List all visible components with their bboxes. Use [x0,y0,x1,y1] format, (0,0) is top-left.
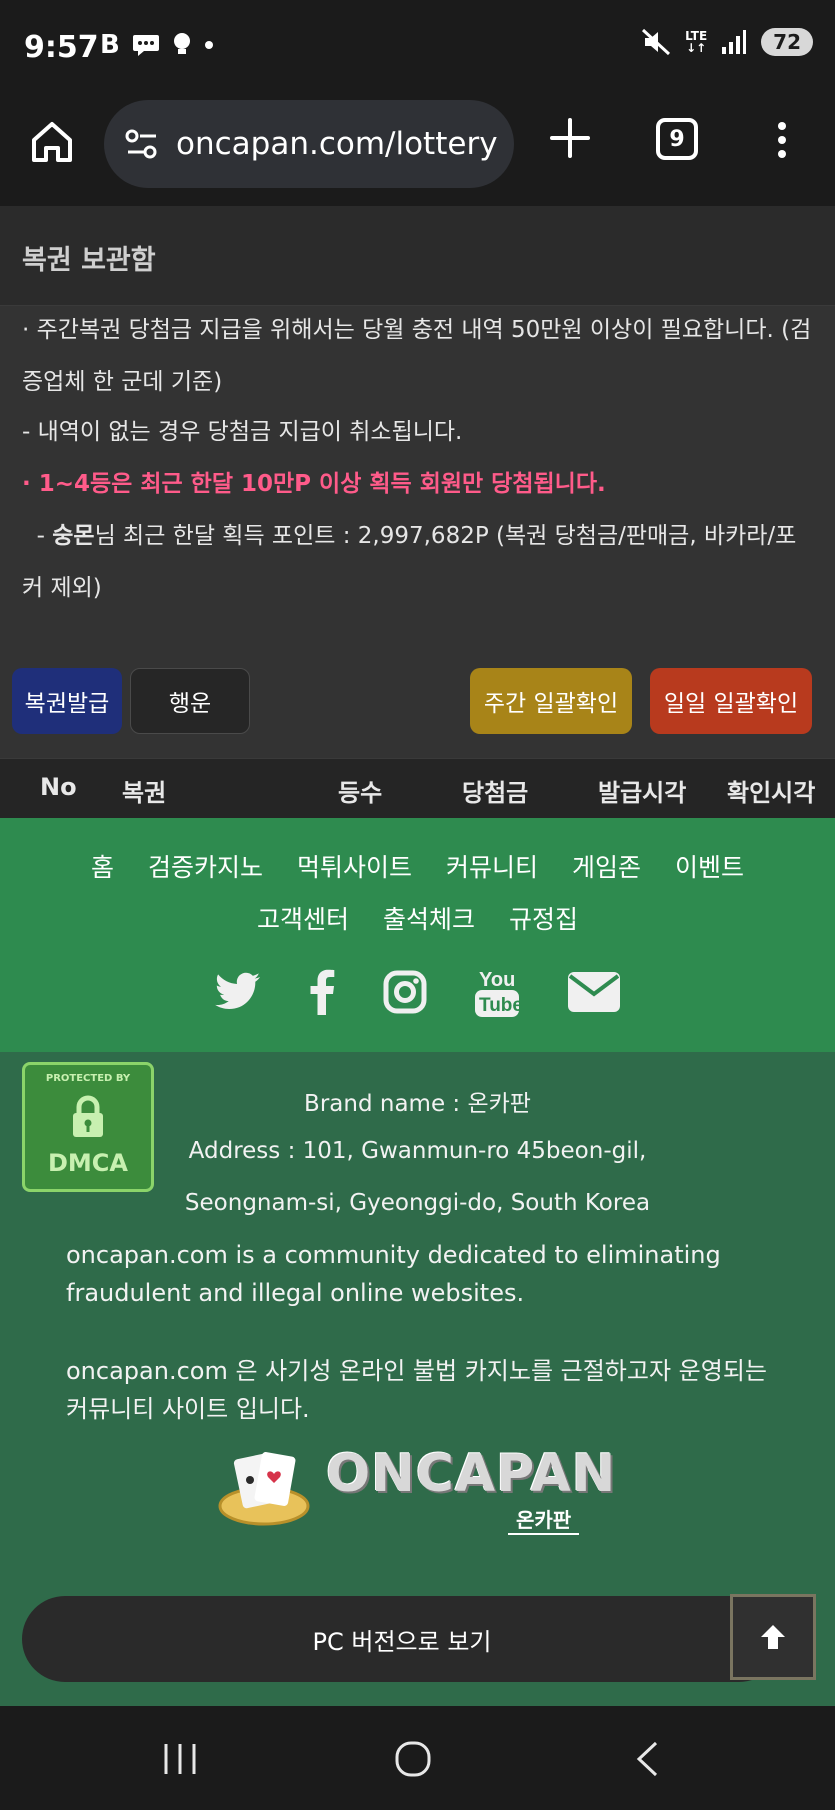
more-menu-icon[interactable] [772,120,792,160]
svg-text:Tube: Tube [479,995,519,1016]
chat-icon [132,35,159,56]
footer-link-scam-sites[interactable]: 먹튀사이트 [297,848,412,884]
dot-icon [204,41,213,49]
facebook-icon[interactable] [309,969,335,1015]
footer-link-rules[interactable]: 규정집 [509,900,578,936]
col-prize: 당첨금 [462,779,529,807]
email-icon[interactable] [567,971,621,1013]
status-time: 9:57 [24,30,99,65]
oncapan-logo[interactable]: ONCAPAN 온카판 [218,1442,618,1538]
battery-indicator: 72 [761,28,813,56]
youtube-icon[interactable]: You Tube [474,966,519,1018]
address-line-2: Seongnam-si, Gyeonggi-do, South Korea [184,1190,651,1216]
username: 숭몬 [52,523,95,549]
notice-deposit-requirement: · 주간복권 당첨금 지급을 위해서는 당월 충전 내역 50만원 이상이 필요… [22,317,812,395]
table-header: No 복권 등수 당첨금 발급시각 확인시각 [0,758,835,818]
recent-apps-icon[interactable] [162,1742,198,1776]
svg-text:You: You [479,969,515,991]
site-settings-icon[interactable] [122,124,162,164]
pc-version-button[interactable]: PC 버전으로 보기 [22,1596,782,1682]
footer-link-game-zone[interactable]: 게임존 [572,848,641,884]
issue-lottery-button[interactable]: 복권발급 [12,668,122,734]
footer-link-home[interactable]: 홈 [91,848,114,884]
page-header: 복권 보관함 [0,206,835,306]
col-issued-time: 발급시각 [598,779,687,807]
notice-points-prefix: - [22,523,53,549]
footer-link-support[interactable]: 고객센터 [257,900,349,936]
weekly-confirm-button[interactable]: 주간 일괄확인 [470,668,632,734]
notice-highlight: · 1~4등은 최근 한달 10만P 이상 획득 회원만 당첨됩니다. [22,471,606,497]
twitter-icon[interactable] [214,972,261,1012]
notice-cancel: - 내역이 없는 경우 당첨금 지급이 취소됩니다. [22,419,463,445]
footer-link-events[interactable]: 이벤트 [675,848,744,884]
footer-links-row1: 홈 검증카지노 먹튀사이트 커뮤니티 게임존 이벤트 [0,848,835,884]
luck-button[interactable]: 행운 [130,668,250,734]
social-links: You Tube [0,966,835,1018]
system-icons: LTE ↓↑ 72 [641,28,813,56]
daily-confirm-button[interactable]: 일일 일괄확인 [650,668,812,734]
logo-cards-icon [218,1452,310,1526]
mute-icon [642,28,671,56]
footer-info: PROTECTED BY DMCA Brand name : 온카판 Addre… [0,1052,835,1706]
arrow-up-icon [761,1625,785,1649]
footer-link-verified-casino[interactable]: 검증카지노 [148,848,263,884]
logo-text: ONCAPAN [326,1444,617,1504]
address-bar[interactable]: oncapan.com/lottery [104,100,514,188]
footer-nav: 홈 검증카지노 먹튀사이트 커뮤니티 게임존 이벤트 고객센터 출석체크 규정집… [0,818,835,1052]
home-icon[interactable] [28,118,76,166]
col-lottery: 복권 [122,779,167,807]
bulb-icon [173,33,190,54]
address-line-1: Address : 101, Gwanmun-ro 45beon-gil, [188,1138,647,1164]
footer-link-attendance[interactable]: 출석체크 [383,900,475,936]
tab-switcher-button[interactable]: 9 [656,118,698,160]
b-app-icon: B [100,30,120,60]
system-nav-bar [0,1706,835,1810]
dmca-badge[interactable]: PROTECTED BY DMCA [22,1062,154,1192]
footer-links-row2: 고객센터 출석체크 규정집 [0,900,835,936]
home-nav-icon[interactable] [394,1740,432,1778]
browser-toolbar: oncapan.com/lottery 9 [0,96,835,206]
brand-name: Brand name : 온카판 [304,1091,531,1117]
notification-icons: B [100,30,214,60]
notice-points: - 숭몬님 최근 한달 획득 포인트 : 2,997,682P (복권 당첨금/… [22,510,812,614]
status-bar: 9:57 B LTE ↓↑ 72 [0,0,835,96]
instagram-icon[interactable] [383,970,427,1014]
lte-indicator: LTE ↓↑ [685,29,708,55]
url-text[interactable]: oncapan.com/lottery [176,126,498,162]
dmca-top-text: PROTECTED BY [45,1073,131,1084]
logo-subtext: 온카판 [508,1504,580,1535]
col-no: No [40,773,77,801]
new-tab-icon[interactable] [548,116,592,160]
description-en: oncapan.com is a community dedicated to … [66,1241,721,1307]
back-icon[interactable] [634,1740,660,1778]
col-checked-time: 확인시각 [727,779,816,807]
points-text: 님 최근 한달 획득 포인트 : 2,997,682P (복권 당첨금/판매금,… [22,523,797,601]
action-buttons: 복권발급 행운 주간 일괄확인 일일 일괄확인 [0,668,835,736]
footer-link-community[interactable]: 커뮤니티 [446,848,538,884]
signal-icon [722,30,747,54]
notice-box: · 주간복권 당첨금 지급을 위해서는 당월 충전 내역 50만원 이상이 필요… [0,306,835,761]
col-rank: 등수 [338,779,383,807]
page-title: 복권 보관함 [22,245,156,276]
scroll-top-button[interactable] [730,1594,816,1680]
description-ko: oncapan.com 은 사기성 온라인 불법 카지노를 근절하고자 운영되는… [66,1357,767,1423]
